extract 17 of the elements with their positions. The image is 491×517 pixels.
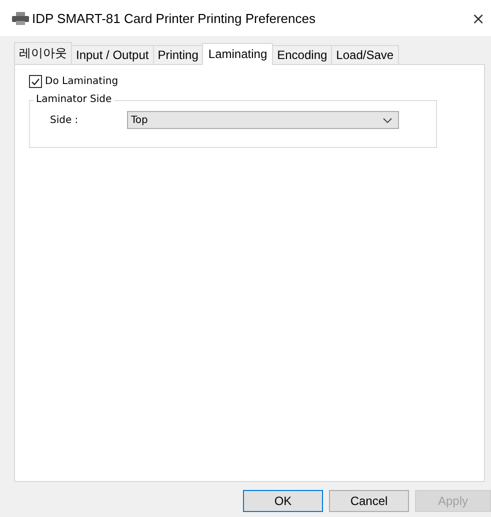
dialog-button[interactable]: OK — [243, 490, 323, 512]
tab[interactable]: Input / Output — [71, 45, 154, 64]
window-title: IDP SMART-81 Card Printer Printing Preferences — [32, 10, 316, 26]
tab[interactable]: Encoding — [272, 45, 332, 64]
field-label: Side : — [50, 114, 80, 126]
close-button[interactable]: × — [472, 8, 485, 28]
tab[interactable]: Laminating — [202, 43, 274, 65]
tab[interactable]: Load/Save — [331, 45, 399, 64]
printer-icon — [12, 12, 29, 24]
checkbox-label: Do Laminating — [45, 76, 118, 87]
tab[interactable]: Printing — [152, 45, 204, 64]
tab[interactable]: 레이아웃 — [14, 42, 72, 64]
chevron-icon — [383, 118, 392, 122]
side-dropdown[interactable]: Top — [127, 111, 399, 129]
dialog-button[interactable]: Cancel — [329, 490, 409, 512]
checkbox[interactable] — [29, 75, 42, 88]
group-title: Laminator Side — [34, 94, 114, 105]
